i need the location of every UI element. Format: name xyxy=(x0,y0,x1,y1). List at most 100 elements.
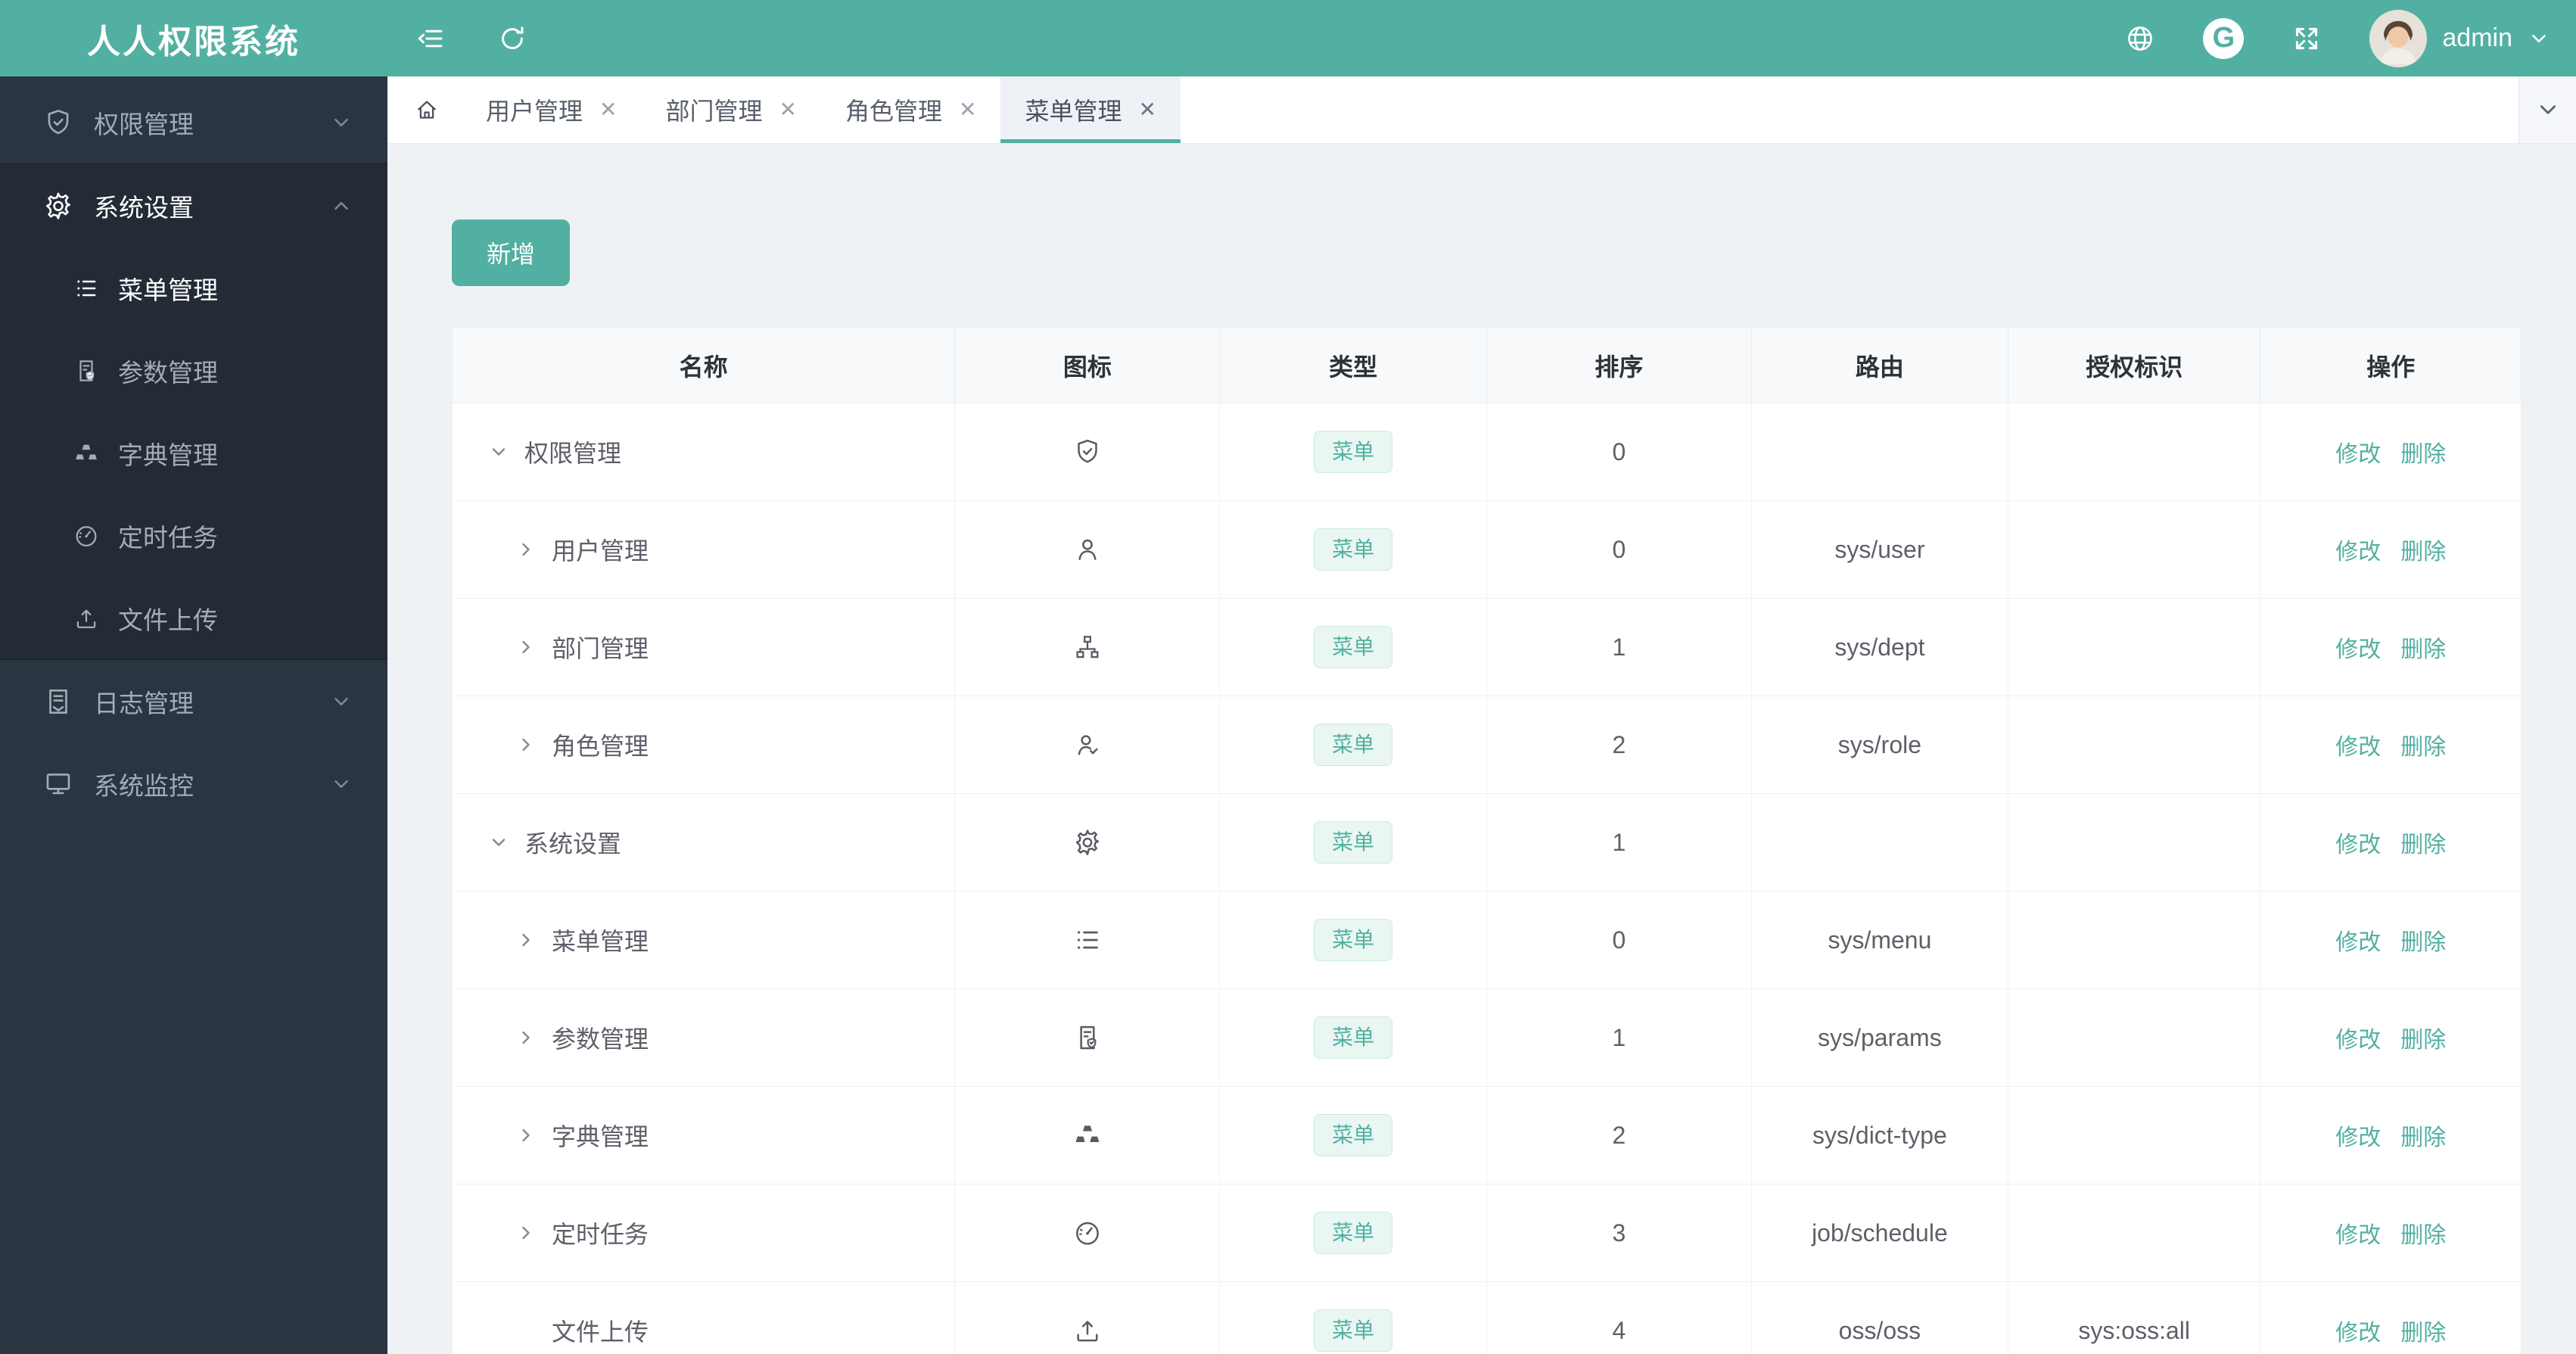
close-icon[interactable]: ✕ xyxy=(779,99,797,120)
sidebar-item-label: 权限管理 xyxy=(94,110,194,139)
language-globe-icon[interactable] xyxy=(2124,23,2156,54)
icon-cell xyxy=(954,598,1221,696)
delete-link[interactable]: 删除 xyxy=(2400,1223,2446,1248)
tree-expand-icon[interactable] xyxy=(515,637,537,658)
upload-icon xyxy=(1072,1315,1103,1346)
menu-table: 名称 图标 类型 排序 路由 授权标识 操作 权限管理 菜单 0 修改 删除 用户管理 菜单 0 sys/u… xyxy=(451,327,2522,1354)
edit-link[interactable]: 修改 xyxy=(2335,735,2381,760)
edit-link[interactable]: 修改 xyxy=(2335,442,2381,467)
delete-link[interactable]: 删除 xyxy=(2400,540,2446,565)
menu-name: 系统设置 xyxy=(524,830,622,858)
tree-collapse-icon[interactable] xyxy=(488,832,509,853)
sort-value: 0 xyxy=(1612,437,1626,465)
tab-users[interactable]: 用户管理 ✕ xyxy=(462,76,641,143)
tab-home[interactable] xyxy=(392,76,462,143)
user-menu[interactable]: admin xyxy=(2369,9,2550,67)
tree-collapse-icon[interactable] xyxy=(488,441,509,462)
tab-label: 部门管理 xyxy=(665,98,763,125)
icon-cell xyxy=(954,1086,1221,1184)
icon-cell xyxy=(954,793,1221,892)
sidebar-item-settings[interactable]: 系统设置 xyxy=(0,164,387,247)
actions-cell: 修改 删除 xyxy=(2260,598,2522,696)
sidebar-item-label: 日志管理 xyxy=(94,689,194,717)
icon-cell xyxy=(954,696,1221,794)
actions-cell: 修改 删除 xyxy=(2260,988,2522,1087)
sidebar-collapse-icon[interactable] xyxy=(415,23,446,54)
sort-cell: 1 xyxy=(1486,793,1752,892)
sidebar-item-monitor[interactable]: 系统监控 xyxy=(0,742,387,825)
user-icon xyxy=(1072,534,1103,565)
edit-link[interactable]: 修改 xyxy=(2335,833,2381,858)
delete-link[interactable]: 删除 xyxy=(2400,735,2446,760)
sidebar-item-label: 文件上传 xyxy=(118,605,218,634)
delete-link[interactable]: 删除 xyxy=(2400,930,2446,955)
table-body: 权限管理 菜单 0 修改 删除 用户管理 菜单 0 sys/user 修改 删除 部门管理 菜单 1 sys… xyxy=(451,403,2522,1354)
sidebar-group-settings: 系统设置菜单管理 参数管理 字典管理 定时任务文件上传 xyxy=(0,163,387,660)
page-content: 新增 名称 图标 类型 排序 路由 授权标识 操作 权限管理 菜单 0 修改 删除 用户管理 菜单 0 sy… xyxy=(387,144,2576,1354)
fullscreen-icon[interactable] xyxy=(2291,23,2322,54)
refresh-icon[interactable] xyxy=(496,23,528,54)
gitee-icon[interactable]: G xyxy=(2203,17,2245,59)
actions-cell: 修改 删除 xyxy=(2260,1281,2522,1354)
sidebar-item-label: 系统设置 xyxy=(94,193,194,222)
sort-value: 2 xyxy=(1612,1121,1626,1149)
tree-expand-icon[interactable] xyxy=(515,1027,537,1048)
edit-link[interactable]: 修改 xyxy=(2335,1223,2381,1248)
name-cell: 参数管理 xyxy=(451,988,956,1087)
sidebar-item-schedule[interactable]: 定时任务 xyxy=(0,494,387,577)
sidebar-item-params[interactable]: 参数管理 xyxy=(0,329,387,412)
tree-expand-icon[interactable] xyxy=(515,1125,537,1146)
tab-menus[interactable]: 菜单管理 ✕ xyxy=(1000,76,1181,143)
edit-link[interactable]: 修改 xyxy=(2335,930,2381,955)
sort-cell: 0 xyxy=(1486,500,1752,599)
delete-link[interactable]: 删除 xyxy=(2400,1028,2446,1053)
menu-name: 菜单管理 xyxy=(552,928,649,955)
tab-roles[interactable]: 角色管理 ✕ xyxy=(821,76,1000,143)
route-cell: oss/oss xyxy=(1750,1281,2008,1354)
column-header: 路由 xyxy=(1750,327,2008,403)
sidebar-item-upload[interactable]: 文件上传 xyxy=(0,577,387,659)
delete-link[interactable]: 删除 xyxy=(2400,637,2446,662)
actions-cell: 修改 删除 xyxy=(2260,1086,2522,1184)
gear-icon xyxy=(1072,827,1103,858)
sidebar-item-menu[interactable]: 菜单管理 xyxy=(0,247,387,329)
edit-link[interactable]: 修改 xyxy=(2335,1028,2381,1053)
auth-cell xyxy=(2007,891,2261,989)
type-badge: 菜单 xyxy=(1314,528,1393,571)
table-row: 菜单管理 菜单 0 sys/menu 修改 删除 xyxy=(451,891,2522,989)
sort-value: 3 xyxy=(1612,1219,1626,1247)
tree-expand-icon[interactable] xyxy=(515,1222,537,1244)
edit-link[interactable]: 修改 xyxy=(2335,637,2381,662)
username: admin xyxy=(2442,23,2512,52)
delete-link[interactable]: 删除 xyxy=(2400,442,2446,467)
edit-link[interactable]: 修改 xyxy=(2335,1125,2381,1150)
app-window: 人人权限系统 G admin 权限管理 系统设置 菜单管理 参数管理 字典管理 定时任务文… xyxy=(0,0,2576,1354)
edit-link[interactable]: 修改 xyxy=(2335,1321,2381,1346)
type-cell: 菜单 xyxy=(1219,500,1487,599)
delete-link[interactable]: 删除 xyxy=(2400,1125,2446,1150)
actions-cell: 修改 删除 xyxy=(2260,793,2522,892)
tree-expand-icon[interactable] xyxy=(515,929,537,951)
auth-cell xyxy=(2007,793,2261,892)
delete-link[interactable]: 删除 xyxy=(2400,833,2446,858)
close-icon[interactable]: ✕ xyxy=(599,99,617,120)
delete-link[interactable]: 删除 xyxy=(2400,1321,2446,1346)
sidebar-item-logs[interactable]: 日志管理 xyxy=(0,660,387,742)
name-cell: 定时任务 xyxy=(451,1184,956,1282)
edit-link[interactable]: 修改 xyxy=(2335,540,2381,565)
actions-cell: 修改 删除 xyxy=(2260,696,2522,794)
close-icon[interactable]: ✕ xyxy=(1138,99,1156,120)
column-header: 图标 xyxy=(954,327,1221,403)
tree-expand-icon[interactable] xyxy=(515,734,537,755)
tree-expand-icon[interactable] xyxy=(515,539,537,560)
sidebar-item-permissions[interactable]: 权限管理 xyxy=(0,81,387,163)
close-icon[interactable]: ✕ xyxy=(959,99,976,120)
table-row: 字典管理 菜单 2 sys/dict-type 修改 删除 xyxy=(451,1086,2522,1184)
sort-value: 0 xyxy=(1612,926,1626,954)
add-button[interactable]: 新增 xyxy=(452,219,570,286)
upload-icon xyxy=(73,605,100,632)
tab-depts[interactable]: 部门管理 ✕ xyxy=(641,76,820,143)
route-cell: sys/dict-type xyxy=(1750,1086,2008,1184)
sidebar-item-dict[interactable]: 字典管理 xyxy=(0,412,387,494)
tab-options-button[interactable] xyxy=(2518,76,2576,143)
